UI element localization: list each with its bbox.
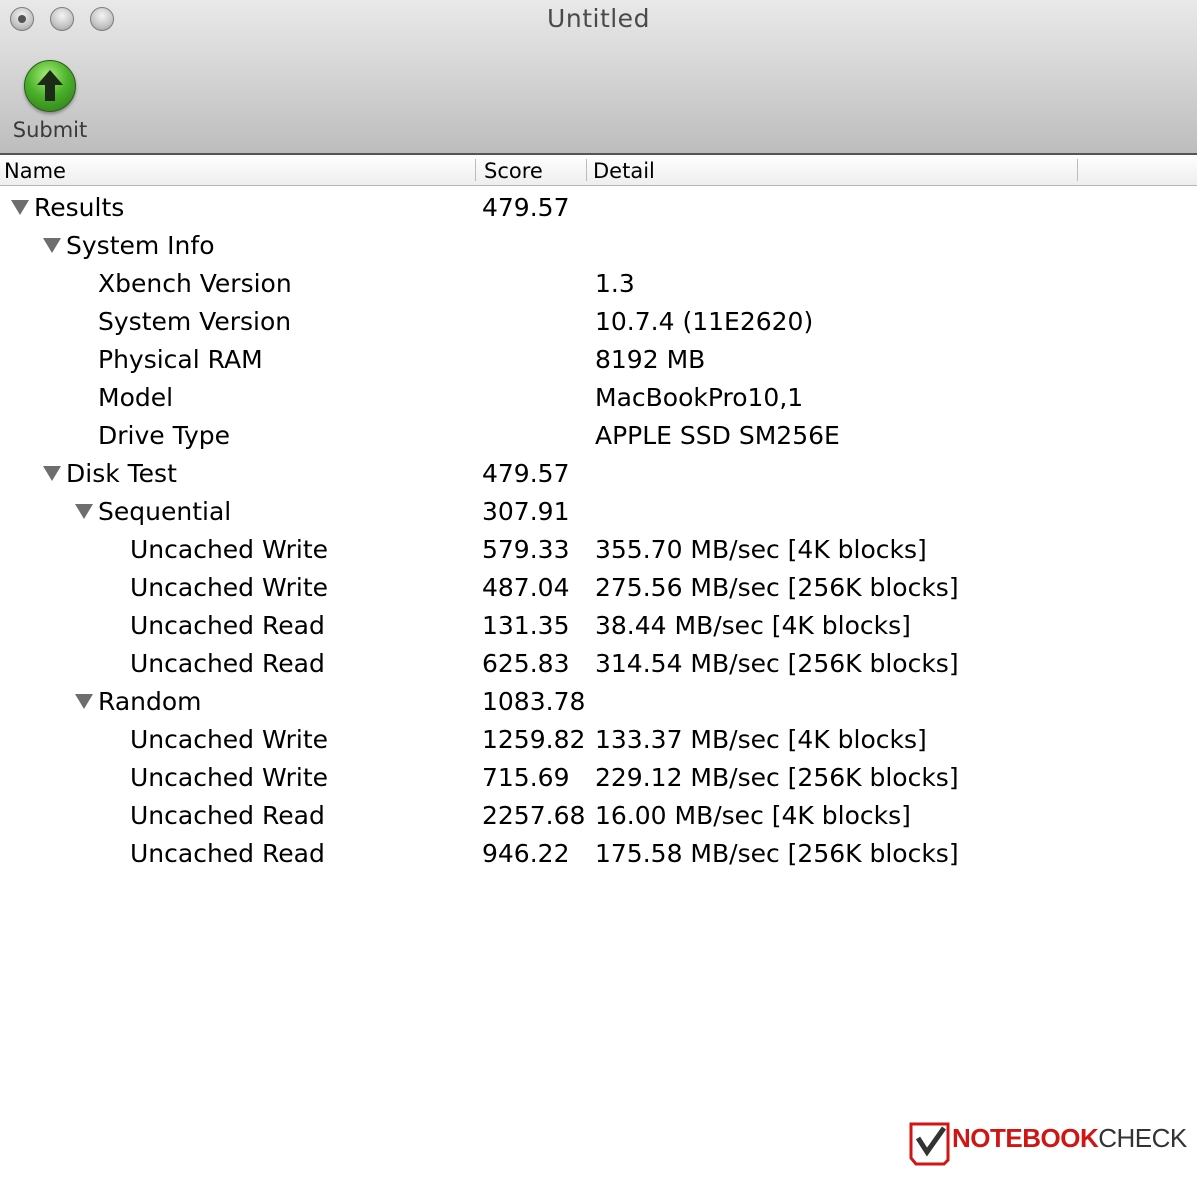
row-detail: MacBookPro10,1 [595,383,804,412]
disclosure-triangle-icon[interactable] [75,694,93,709]
disclosure-triangle-icon[interactable] [75,504,93,519]
outline-row[interactable]: Model MacBookPro10,1 [0,379,1197,417]
row-name: Uncached Write [130,763,328,792]
window-title: Untitled [547,4,650,33]
outline-row[interactable]: Uncached Read 625.83 314.54 MB/sec [256K b… [0,645,1197,683]
column-divider[interactable] [475,159,476,181]
row-name: Uncached Write [130,725,328,754]
row-name: Random [98,687,202,716]
row-detail: 229.12 MB/sec [256K blocks] [595,763,959,792]
row-detail: 10.7.4 (11E2620) [595,307,814,336]
row-score [482,229,586,263]
row-name: Xbench Version [98,269,292,298]
row-detail: 16.00 MB/sec [4K blocks] [595,801,911,830]
column-header-name[interactable]: Name [4,157,66,185]
row-name: Uncached Read [130,649,325,678]
row-name: Uncached Read [130,611,325,640]
row-name: Sequential [98,497,232,526]
disclosure-triangle-icon[interactable] [11,200,29,215]
outline-row[interactable]: Uncached Write 715.69 229.12 MB/sec [256K … [0,759,1197,797]
row-score [482,343,586,377]
row-name: System Version [98,307,292,336]
row-score [482,419,586,453]
checkmark-logo-icon [909,1122,950,1166]
logo-text-notebook: NOTEBOOK [952,1123,1099,1153]
column-header-score[interactable]: Score [484,157,543,185]
outline-column-header: Name Score Detail [0,155,1197,186]
row-name: Uncached Write [130,535,328,564]
row-score: 625.83 [482,649,570,678]
row-score [482,267,586,301]
outline-row[interactable]: Drive Type APPLE SSD SM256E [0,417,1197,455]
outline-row[interactable]: Results 479.57 [0,189,1197,227]
row-score [482,305,586,339]
row-name: Model [98,383,174,412]
window-toolbar: Untitled Submit [0,0,1197,155]
row-score: 1083.78 [482,687,586,716]
logo-text-check: CHECK [1098,1123,1187,1153]
row-score: 479.57 [482,459,570,488]
row-name: System Info [66,231,215,260]
outline-row[interactable]: Random 1083.78 [0,683,1197,721]
outline-row[interactable]: System Version 10.7.4 (11E2620) [0,303,1197,341]
outline-row[interactable]: Physical RAM 8192 MB [0,341,1197,379]
row-score: 307.91 [482,497,570,526]
row-score [482,381,586,415]
row-score: 946.22 [482,839,570,868]
outline-row[interactable]: Uncached Read 131.35 38.44 MB/sec [4K bloc… [0,607,1197,645]
row-detail: 8192 MB [595,345,706,374]
row-name: Physical RAM [98,345,263,374]
row-score: 579.33 [482,535,570,564]
row-score: 2257.68 [482,801,586,830]
row-detail: 355.70 MB/sec [4K blocks] [595,535,927,564]
outline-row[interactable]: Uncached Write 1259.82 133.37 MB/sec [4K b… [0,721,1197,759]
column-divider[interactable] [1077,159,1078,181]
row-score: 487.04 [482,573,570,602]
disclosure-triangle-icon[interactable] [43,466,61,481]
row-name: Results [34,193,125,222]
submit-button[interactable]: Submit [6,58,94,148]
row-name: Uncached Read [130,839,325,868]
row-detail: 275.56 MB/sec [256K blocks] [595,573,959,602]
outline-row[interactable]: Uncached Read 2257.68 16.00 MB/sec [4K blo… [0,797,1197,835]
disclosure-triangle-icon[interactable] [43,238,61,253]
outline-row[interactable]: Uncached Write 579.33 355.70 MB/sec [4K bl… [0,531,1197,569]
row-detail: 133.37 MB/sec [4K blocks] [595,725,927,754]
row-score: 479.57 [482,193,570,222]
results-outline: Results 479.57 System Info Xbench Version 1.… [0,189,1197,873]
green-up-arrow-icon [24,60,76,112]
row-name: Uncached Write [130,573,328,602]
row-detail: 314.54 MB/sec [256K blocks] [595,649,959,678]
outline-row[interactable]: System Info [0,227,1197,265]
row-score: 1259.82 [482,725,586,754]
submit-label: Submit [12,118,88,142]
column-divider[interactable] [586,159,587,181]
notebookcheck-logo: NOTEBOOKCHECK [908,1120,1187,1170]
row-score: 131.35 [482,611,570,640]
outline-row[interactable]: Uncached Read 946.22 175.58 MB/sec [256K b… [0,835,1197,873]
row-detail: 175.58 MB/sec [256K blocks] [595,839,959,868]
column-header-detail[interactable]: Detail [593,157,655,185]
row-score: 715.69 [482,763,570,792]
row-detail: 38.44 MB/sec [4K blocks] [595,611,911,640]
row-name: Uncached Read [130,801,325,830]
row-detail: 1.3 [595,269,635,298]
outline-row[interactable]: Xbench Version 1.3 [0,265,1197,303]
row-name: Drive Type [98,421,231,450]
outline-row[interactable]: Disk Test 479.57 [0,455,1197,493]
outline-row[interactable]: Uncached Write 487.04 275.56 MB/sec [256K … [0,569,1197,607]
outline-row[interactable]: Sequential 307.91 [0,493,1197,531]
row-detail: APPLE SSD SM256E [595,421,840,450]
row-name: Disk Test [66,459,177,488]
